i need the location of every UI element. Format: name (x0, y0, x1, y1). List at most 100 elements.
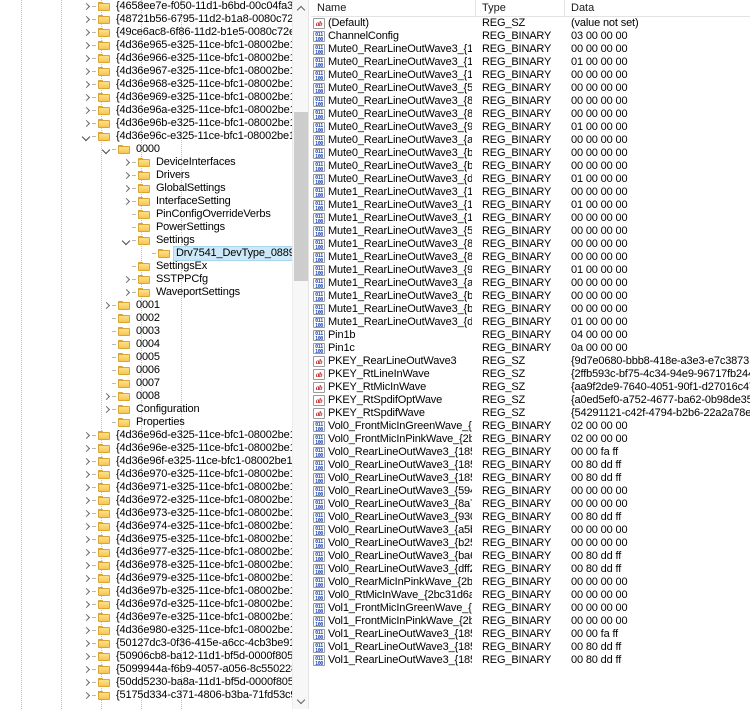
tree-item[interactable]: {4d36e96b-e325-11ce-bfc1-08002be10318} (0, 117, 292, 130)
value-row[interactable]: 011100Mute0_RearLineOutWave3_{594ac58...… (311, 82, 750, 95)
chevron-right-icon[interactable] (81, 637, 92, 650)
chevron-right-icon[interactable] (81, 533, 92, 546)
tree-item[interactable]: {4d36e970-e325-11ce-bfc1-08002be10318} (0, 468, 292, 481)
column-header-type[interactable]: Type (476, 0, 565, 17)
chevron-right-icon[interactable] (81, 39, 92, 52)
value-row[interactable]: 011100Vol1_FrontMicInPinkWave_{2bc31d6..… (311, 615, 750, 628)
tree-item[interactable]: {4d36e97e-e325-11ce-bfc1-08002be10318} (0, 611, 292, 624)
tree-item[interactable]: {4d36e969-e325-11ce-bfc1-08002be10318} (0, 91, 292, 104)
value-row[interactable]: 011100Vol0_RearLineOutWave3_{185fedf9-9.… (311, 459, 750, 472)
value-row[interactable]: 011100Mute0_RearLineOutWave3_{8a74ffae..… (311, 95, 750, 108)
tree-item[interactable]: {4d36e972-e325-11ce-bfc1-08002be10318} (0, 494, 292, 507)
value-row[interactable]: 011100Mute1_RearLineOutWave3_{185fedf...… (311, 212, 750, 225)
tree-item[interactable]: {4d36e968-e325-11ce-bfc1-08002be10318} (0, 78, 292, 91)
tree-item[interactable]: WaveportSettings (0, 286, 292, 299)
chevron-right-icon[interactable] (81, 468, 92, 481)
chevron-right-icon[interactable] (81, 585, 92, 598)
tree-item[interactable]: SettingsEx (0, 260, 292, 273)
value-row[interactable]: 011100Mute1_RearLineOutWave3_{594ac58...… (311, 225, 750, 238)
value-row[interactable]: 011100Mute1_RearLineOutWave3_{185fede...… (311, 186, 750, 199)
chevron-right-icon[interactable] (81, 507, 92, 520)
tree-item[interactable]: {4d36e96c-e325-11ce-bfc1-08002be10318} (0, 130, 292, 143)
tree-scrollbar-thumb[interactable] (294, 112, 308, 281)
chevron-right-icon[interactable] (81, 624, 92, 637)
value-row[interactable]: 011100Mute1_RearLineOutWave3_{dff21be...… (311, 316, 750, 329)
chevron-right-icon[interactable] (81, 429, 92, 442)
value-row[interactable]: 011100Mute1_RearLineOutWave3_{930a479...… (311, 264, 750, 277)
tree-item[interactable]: Drivers (0, 169, 292, 182)
tree-item[interactable]: {4d36e97b-e325-11ce-bfc1-08002be10318} (0, 585, 292, 598)
value-row[interactable]: 011 100 Pin1b REG_BINARY 04 00 00 00 (311, 329, 750, 342)
tree-item[interactable]: {4d36e96e-e325-11ce-bfc1-08002be10318} (0, 442, 292, 455)
tree-item[interactable]: {4d36e97d-e325-11ce-bfc1-08002be10318} (0, 598, 292, 611)
chevron-right-icon[interactable] (81, 104, 92, 117)
chevron-right-icon[interactable] (81, 26, 92, 39)
tree-item[interactable]: 0003 (0, 325, 292, 338)
value-row[interactable]: ab PKEY_RtSpdifOptWave REG_SZ {a0ed5ef0-a75… (311, 394, 750, 407)
value-row[interactable]: 011100Vol0_FrontMicInGreenWave_{2bc31d..… (311, 420, 750, 433)
chevron-right-icon[interactable] (121, 286, 132, 299)
tree-item[interactable]: 0000 (0, 143, 292, 156)
chevron-right-icon[interactable] (81, 13, 92, 26)
value-row[interactable]: ab (Default) REG_SZ (value not set) (311, 17, 750, 30)
value-row[interactable]: 011100Vol0_RearLineOutWave3_{185fede3-..… (311, 446, 750, 459)
tree-item[interactable]: {5175d334-c371-4806-b3ba-71fd53c9258d} (0, 689, 292, 702)
chevron-right-icon[interactable] (81, 494, 92, 507)
tree-scroll-down-button[interactable] (293, 692, 308, 709)
value-row[interactable]: 011100Mute0_RearLineOutWave3_{a5b27de...… (311, 134, 750, 147)
chevron-right-icon[interactable] (81, 559, 92, 572)
chevron-right-icon[interactable] (81, 442, 92, 455)
tree-item[interactable]: 0001 (0, 299, 292, 312)
value-row[interactable]: 011100Mute0_RearLineOutWave3_{8fd300d...… (311, 108, 750, 121)
tree-item[interactable]: {5099944a-f6b9-4057-a056-8c550228544c} (0, 663, 292, 676)
value-row[interactable]: 011100Vol0_RearLineOutWave3_{ba697e2a-..… (311, 550, 750, 563)
value-row[interactable]: 011100Mute0_RearLineOutWave3_{dff21be...… (311, 173, 750, 186)
registry-key-tree[interactable]: {4658ee7e-f050-11d1-b6bd-00c04fa372a7}{4… (0, 0, 292, 709)
chevron-right-icon[interactable] (81, 91, 92, 104)
tree-item[interactable]: {4d36e979-e325-11ce-bfc1-08002be10318} (0, 572, 292, 585)
chevron-right-icon[interactable] (81, 0, 92, 13)
value-row[interactable]: 011100Vol0_RearLineOutWave3_{185fedfb-9.… (311, 472, 750, 485)
value-list-rows[interactable]: ab (Default) REG_SZ (value not set) 011 100 Ch… (311, 17, 750, 709)
tree-item[interactable]: {4d36e965-e325-11ce-bfc1-08002be10318} (0, 39, 292, 52)
tree-item[interactable]: {4d36e967-e325-11ce-bfc1-08002be10318} (0, 65, 292, 78)
tree-item[interactable]: {49ce6ac8-6f86-11d2-b1e5-0080c72e74a2} (0, 26, 292, 39)
value-row[interactable]: 011100Vol1_FrontMicInGreenWave_{2bc31d..… (311, 602, 750, 615)
tree-vertical-scrollbar[interactable] (292, 0, 308, 709)
chevron-right-icon[interactable] (81, 481, 92, 494)
tree-item[interactable]: Configuration (0, 403, 292, 416)
chevron-right-icon[interactable] (121, 273, 132, 286)
tree-item[interactable]: {4d36e978-e325-11ce-bfc1-08002be10318} (0, 559, 292, 572)
value-row[interactable]: 011100Vol0_RtMicInWave_{2bc31d6a-96e3-..… (311, 589, 750, 602)
value-row[interactable]: ab PKEY_RtMicInWave REG_SZ {aa9f2de9-7640-4… (311, 381, 750, 394)
tree-item[interactable]: 0002 (0, 312, 292, 325)
chevron-right-icon[interactable] (81, 78, 92, 91)
value-row[interactable]: 011100Mute0_RearLineOutWave3_{185fedf9..… (311, 56, 750, 69)
value-row[interactable]: 011100Mute0_RearLineOutWave3_{930a479...… (311, 121, 750, 134)
tree-item[interactable]: GlobalSettings (0, 182, 292, 195)
chevron-right-icon[interactable] (81, 546, 92, 559)
tree-item[interactable]: Properties (0, 416, 292, 429)
chevron-right-icon[interactable] (81, 689, 92, 702)
value-row[interactable]: 011100Mute1_RearLineOutWave3_{8fd300d...… (311, 251, 750, 264)
tree-item[interactable]: {4d36e975-e325-11ce-bfc1-08002be10318} (0, 533, 292, 546)
chevron-right-icon[interactable] (81, 663, 92, 676)
value-row[interactable]: ab PKEY_RtLineInWave REG_SZ {2ffb593c-bf75-… (311, 368, 750, 381)
chevron-right-icon[interactable] (81, 572, 92, 585)
value-row[interactable]: 011 100 Pin1c REG_BINARY 0a 00 00 00 (311, 342, 750, 355)
tree-item[interactable]: {4d36e974-e325-11ce-bfc1-08002be10318} (0, 520, 292, 533)
tree-item[interactable]: {4d36e96f-e325-11ce-bfc1-08002be10318} (0, 455, 292, 468)
tree-item[interactable]: DeviceInterfaces (0, 156, 292, 169)
value-row[interactable]: 011100Vol0_RearLineOutWave3_{930a479f-0.… (311, 511, 750, 524)
value-row[interactable]: 011100Vol1_RearLineOutWave3_{185fede3-..… (311, 628, 750, 641)
chevron-down-icon[interactable] (81, 130, 92, 143)
tree-item[interactable]: 0005 (0, 351, 292, 364)
value-row[interactable]: 011100Mute1_RearLineOutWave3_{b25a652...… (311, 290, 750, 303)
tree-item[interactable]: Settings (0, 234, 292, 247)
chevron-right-icon[interactable] (81, 52, 92, 65)
tree-item[interactable]: {50dd5230-ba8a-11d1-bf5d-0000f805f530} (0, 676, 292, 689)
tree-item[interactable]: SSTPPCfg (0, 273, 292, 286)
value-row[interactable]: 011100Mute0_RearLineOutWave3_{185fedf...… (311, 69, 750, 82)
tree-item[interactable]: {4d36e971-e325-11ce-bfc1-08002be10318} (0, 481, 292, 494)
value-row[interactable]: 011100Mute1_RearLineOutWave3_{a5b27de...… (311, 277, 750, 290)
